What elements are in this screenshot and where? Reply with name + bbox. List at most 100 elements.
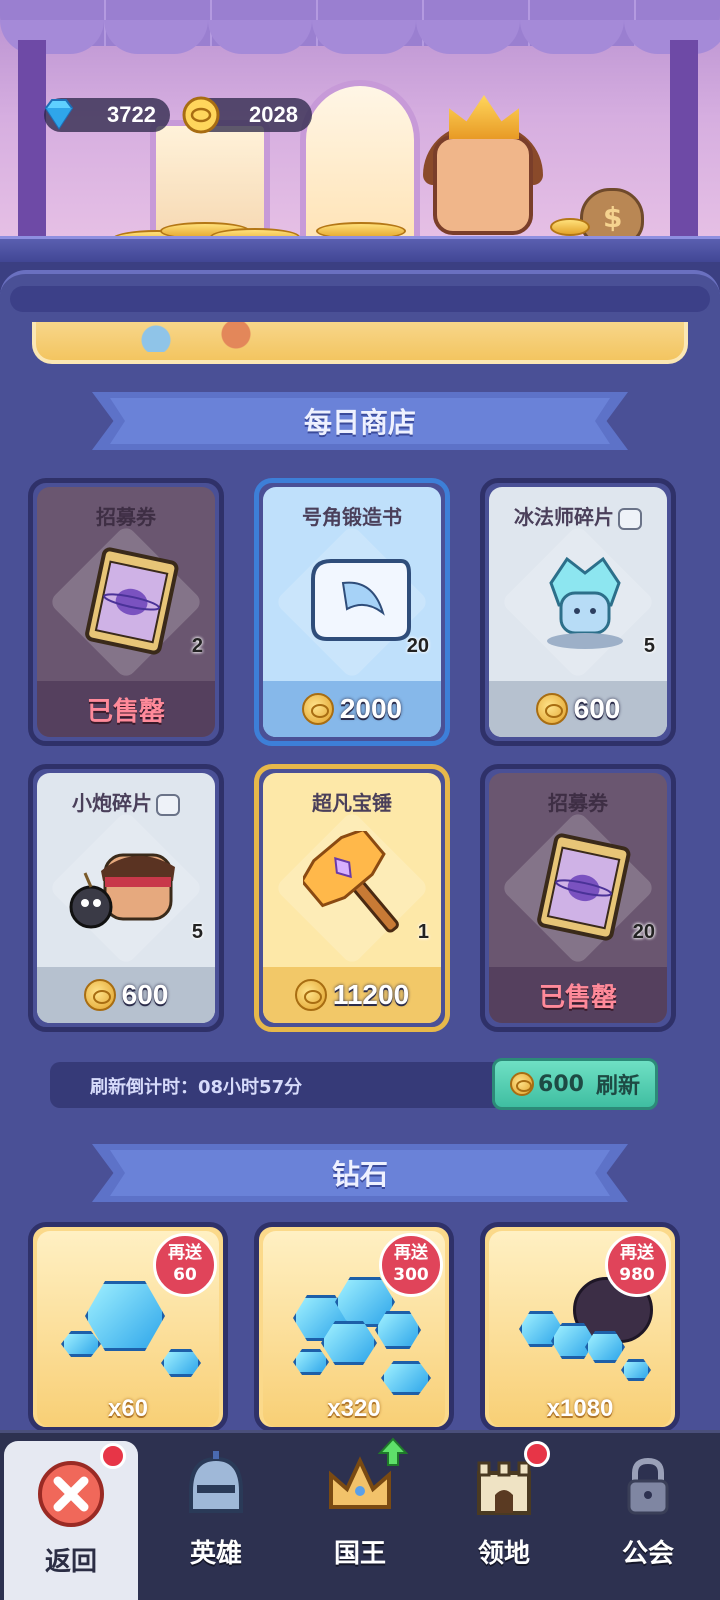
nav-heroes[interactable]: 英雄	[144, 1433, 288, 1600]
coin-icon	[535, 693, 568, 725]
shop-item-card[interactable]: 招募券 20 已售罄	[480, 764, 676, 1032]
diamond-count: 3722	[107, 102, 156, 127]
shop-item-card[interactable]: 号角锻造书 20 2000	[254, 478, 450, 746]
counter-edge	[0, 236, 720, 262]
nav-guild[interactable]: 公会	[576, 1433, 720, 1600]
pack-amount: x1080	[546, 1395, 614, 1422]
shop-item-card[interactable]: 冰法师碎片 5 600	[480, 478, 676, 746]
gem-icon	[621, 1359, 651, 1381]
diamond-pack[interactable]: 再送 60 x60	[28, 1222, 228, 1432]
coin-icon	[83, 979, 116, 1011]
item-name: 小炮碎片	[72, 791, 152, 815]
cannon-hero-icon	[69, 853, 175, 929]
nav-label: 公会	[621, 1539, 674, 1569]
nav-territory[interactable]: 领地	[432, 1433, 576, 1600]
puzzle-piece-icon	[618, 507, 642, 530]
item-name: 招募券	[548, 791, 608, 815]
shop-item-card[interactable]: 超凡宝锤 1 11200	[254, 764, 450, 1032]
item-price[interactable]: 600	[37, 967, 215, 1023]
diamond-balance: 3722	[44, 98, 170, 132]
bonus-label: 再送	[394, 1243, 428, 1263]
bonus-badge: 再送 60	[153, 1233, 217, 1297]
notification-dot	[524, 1441, 550, 1467]
upgrade-arrow-icon	[378, 1437, 408, 1466]
coin-balance: 2028	[182, 96, 312, 134]
curtain-scallop	[312, 20, 416, 54]
bonus-amount: 980	[619, 1265, 655, 1285]
notification-dot	[100, 1443, 126, 1469]
item-price[interactable]: 2000	[263, 681, 441, 737]
crown-icon	[449, 95, 519, 139]
item-foot: 已售罄	[37, 681, 215, 737]
daily-shop-title: 每日商店	[303, 406, 416, 439]
refresh-timer-bar: 刷新倒计时：08小时57分	[50, 1062, 510, 1108]
promo-banner[interactable]	[32, 322, 688, 364]
nav-label: 英雄	[189, 1539, 242, 1569]
coin-icon	[294, 979, 327, 1011]
shop-hero-scene: 3722 2028	[0, 0, 720, 262]
sold-out-label: 已售罄	[86, 696, 165, 727]
bonus-label: 再送	[168, 1243, 202, 1263]
item-count: 5	[643, 635, 655, 657]
price-value: 600	[573, 693, 621, 724]
coin-count: 2028	[249, 102, 298, 127]
nav-back[interactable]: 返回	[4, 1441, 138, 1600]
helmet-icon	[189, 1451, 243, 1513]
item-name-row: 冰法师碎片	[489, 501, 667, 530]
nav-label: 领地	[477, 1539, 530, 1569]
diamond-pack[interactable]: 再送 980 x1080	[480, 1222, 680, 1432]
curtain-scallop	[520, 20, 624, 54]
price-value: 11200	[332, 979, 410, 1010]
curtain-scallop	[208, 20, 312, 54]
shop-item-card[interactable]: 小炮碎片 5 600	[28, 764, 224, 1032]
diamond-pack[interactable]: 再送 300 x320	[254, 1222, 454, 1432]
coin-pile	[550, 218, 590, 236]
pack-amount: x60	[107, 1395, 149, 1422]
bonus-label: 再送	[620, 1243, 654, 1263]
item-count: 2	[191, 635, 203, 657]
bonus-badge: 再送 980	[605, 1233, 669, 1297]
pillar	[670, 40, 698, 250]
item-name: 号角锻造书	[302, 505, 402, 529]
refresh-cost: 600	[538, 1071, 584, 1097]
lock-icon	[627, 1457, 669, 1515]
item-count: 1	[417, 921, 429, 943]
nav-label: 返回	[44, 1547, 97, 1577]
curtain-scallop	[416, 20, 520, 54]
shop-item-card[interactable]: 招募券 2 已售罄	[28, 478, 224, 746]
nav-king[interactable]: 国王	[288, 1433, 432, 1600]
item-foot: 已售罄	[489, 967, 667, 1023]
item-name-row: 小炮碎片	[37, 787, 215, 816]
item-price[interactable]: 600	[489, 681, 667, 737]
item-price[interactable]: 11200	[263, 967, 441, 1023]
item-name: 招募券	[96, 505, 156, 529]
gem-icon	[293, 1349, 329, 1375]
recruit-ticket-icon	[85, 547, 179, 655]
bottom-nav: 返回 英雄 国王 领地 公会	[0, 1430, 720, 1600]
bonus-amount: 60	[173, 1265, 197, 1285]
panel-decoration	[10, 286, 710, 312]
daily-shop-header: 每日商店	[92, 392, 628, 450]
item-count: 5	[191, 921, 203, 943]
item-count: 20	[406, 635, 429, 657]
item-name: 超凡宝锤	[312, 791, 392, 815]
item-count: 20	[632, 921, 655, 943]
bonus-amount: 300	[393, 1265, 429, 1285]
curtain-scallop	[104, 20, 208, 54]
diamonds-title: 钻石	[331, 1158, 388, 1191]
pillar	[18, 40, 46, 250]
item-name: 冰法师碎片	[514, 505, 614, 529]
gem-icon	[381, 1361, 431, 1395]
hammer-icon	[303, 831, 399, 933]
gem-icon	[61, 1331, 101, 1357]
diamond-icon	[44, 99, 74, 130]
refresh-countdown: 刷新倒计时：08小时57分	[90, 1077, 303, 1098]
pack-amount: x320	[327, 1395, 381, 1422]
refresh-button[interactable]: 600 刷新	[492, 1058, 658, 1110]
coin-icon	[182, 96, 220, 134]
bonus-badge: 再送 300	[379, 1233, 443, 1297]
horn-scroll-icon	[311, 559, 411, 641]
diamonds-header: 钻石	[92, 1144, 628, 1202]
puzzle-piece-icon	[156, 793, 180, 816]
price-value: 2000	[339, 693, 403, 724]
